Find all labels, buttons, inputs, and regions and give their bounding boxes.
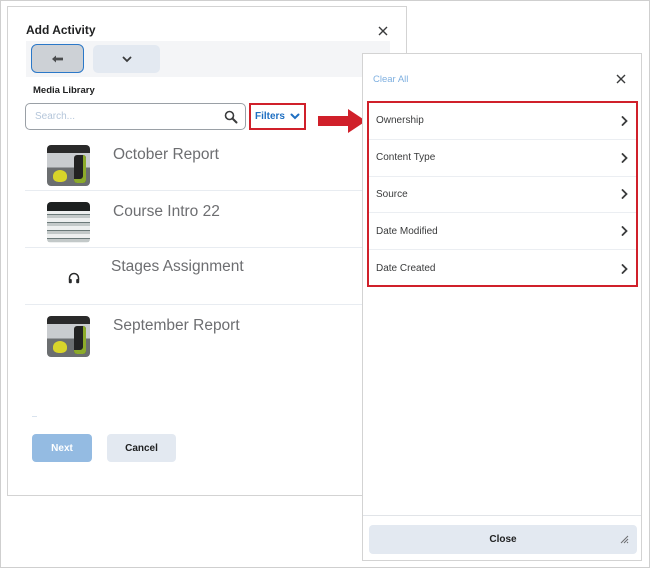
filter-label: Date Created (376, 263, 436, 275)
search-input[interactable] (35, 109, 215, 124)
close-label: Close (489, 534, 517, 545)
filter-source[interactable]: Source (369, 177, 636, 214)
media-item[interactable]: Course Intro 22 (25, 191, 365, 248)
media-library-label: Media Library (33, 85, 95, 96)
filter-content-type[interactable]: Content Type (369, 140, 636, 177)
video-thumbnail (47, 202, 90, 243)
cancel-button[interactable]: Cancel (107, 434, 176, 462)
chevron-down-icon (122, 56, 131, 62)
close-icon[interactable] (615, 73, 627, 85)
divider (32, 416, 37, 417)
close-panel-button[interactable]: Close (369, 525, 637, 554)
filters-button[interactable]: Filters (249, 103, 306, 130)
chevron-right-icon (621, 115, 628, 126)
media-title: Stages Assignment (111, 258, 244, 275)
resize-handle-icon[interactable] (619, 534, 629, 544)
options-dropdown-button[interactable] (93, 45, 160, 73)
next-button[interactable]: Next (32, 434, 92, 462)
footer-divider (363, 515, 641, 516)
filter-label: Source (376, 188, 408, 200)
filter-categories: Ownership Content Type Source Date Modif… (367, 101, 638, 287)
media-title: Course Intro 22 (113, 203, 220, 220)
media-list: October Report Course Intro 22 Stages As… (25, 134, 365, 362)
close-icon[interactable] (376, 24, 390, 38)
filter-date-modified[interactable]: Date Modified (369, 213, 636, 251)
callout-arrow-icon (318, 109, 366, 133)
dialog-toolbar (26, 41, 390, 77)
search-icon[interactable] (224, 110, 238, 124)
filter-label: Date Modified (376, 225, 438, 237)
chevron-right-icon (621, 263, 628, 274)
filter-date-created[interactable]: Date Created (369, 250, 636, 287)
video-thumbnail (47, 316, 90, 357)
media-title: September Report (113, 317, 240, 334)
back-button[interactable] (31, 44, 84, 73)
media-title: October Report (113, 146, 219, 163)
headphones-icon (68, 272, 80, 284)
filter-ownership[interactable]: Ownership (369, 103, 636, 140)
media-item[interactable]: September Report (25, 305, 365, 362)
search-field[interactable] (25, 103, 246, 130)
chevron-down-icon (290, 113, 300, 120)
media-item[interactable]: Stages Assignment (25, 248, 365, 305)
chevron-right-icon (621, 226, 628, 237)
filters-panel: Clear All Ownership Content Type Source … (362, 53, 642, 561)
media-item[interactable]: October Report (25, 134, 365, 191)
chevron-right-icon (621, 189, 628, 200)
clear-all-link[interactable]: Clear All (373, 74, 408, 85)
arrow-left-icon (51, 55, 63, 62)
video-thumbnail (47, 145, 90, 186)
filter-label: Content Type (376, 152, 436, 164)
chevron-right-icon (621, 152, 628, 163)
filter-label: Ownership (376, 115, 424, 127)
filters-label: Filters (254, 111, 285, 122)
dialog-title: Add Activity (26, 23, 96, 37)
